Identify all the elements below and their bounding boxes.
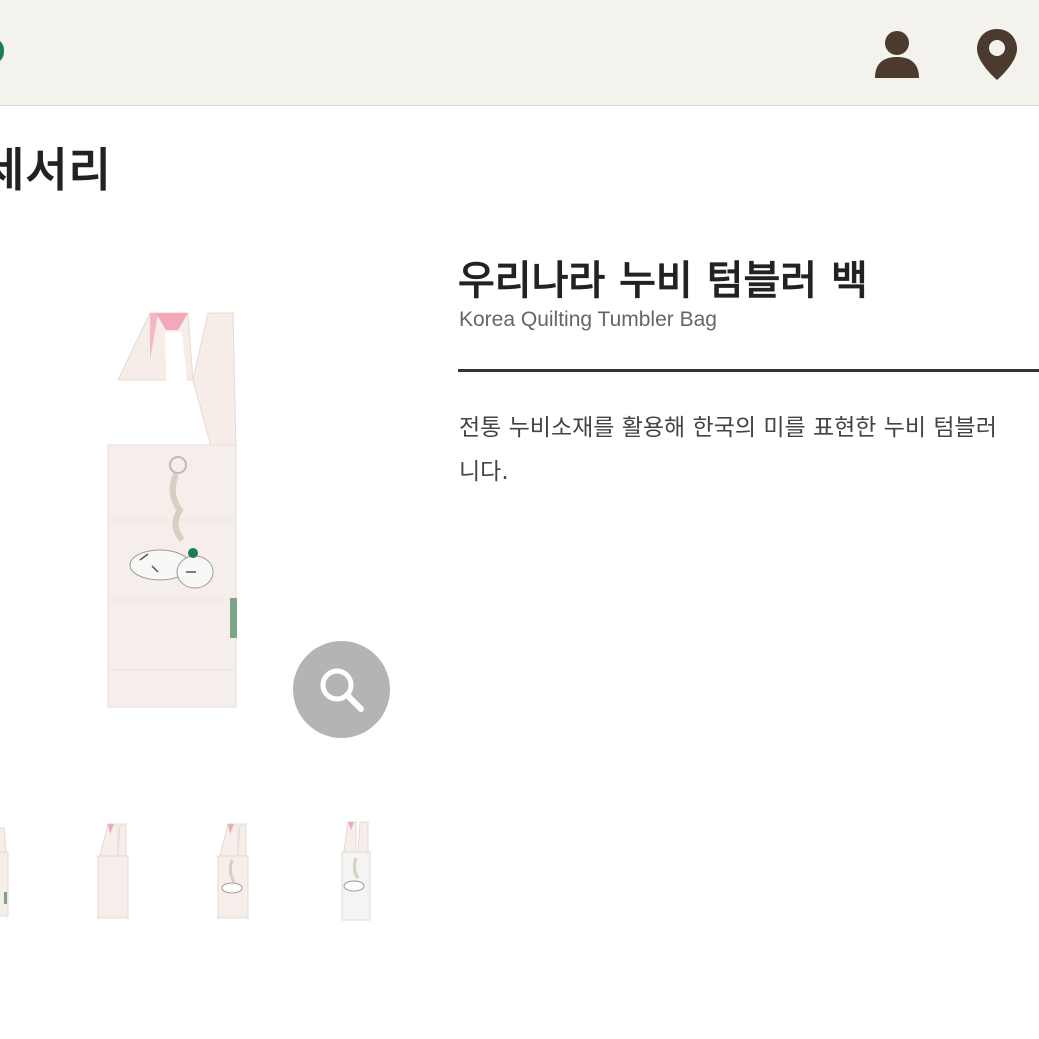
top-header xyxy=(0,0,1039,106)
product-name: 우리나라 누비 텀블러 백 xyxy=(458,258,868,304)
thumbnail-2[interactable] xyxy=(78,812,148,932)
product-description: 전통 누비소재를 활용해 한국의 미를 표현한 누비 텀블러 니다. xyxy=(459,406,1039,494)
description-line-1: 전통 누비소재를 활용해 한국의 미를 표현한 누비 텀블러 xyxy=(459,415,997,441)
divider xyxy=(458,369,1039,372)
user-icon[interactable] xyxy=(869,26,925,82)
page-title: 세서리 xyxy=(0,143,112,197)
product-name-english: Korea Quilting Tumbler Bag xyxy=(459,308,717,331)
thumbnail-1[interactable] xyxy=(0,812,30,932)
description-line-2: 니다. xyxy=(459,459,509,485)
logo[interactable] xyxy=(0,38,4,64)
location-pin-icon[interactable] xyxy=(969,26,1025,82)
magnifier-icon xyxy=(320,668,364,712)
thumbnail-3[interactable] xyxy=(198,812,268,932)
zoom-button[interactable] xyxy=(293,641,390,738)
thumbnail-4[interactable] xyxy=(322,812,392,932)
